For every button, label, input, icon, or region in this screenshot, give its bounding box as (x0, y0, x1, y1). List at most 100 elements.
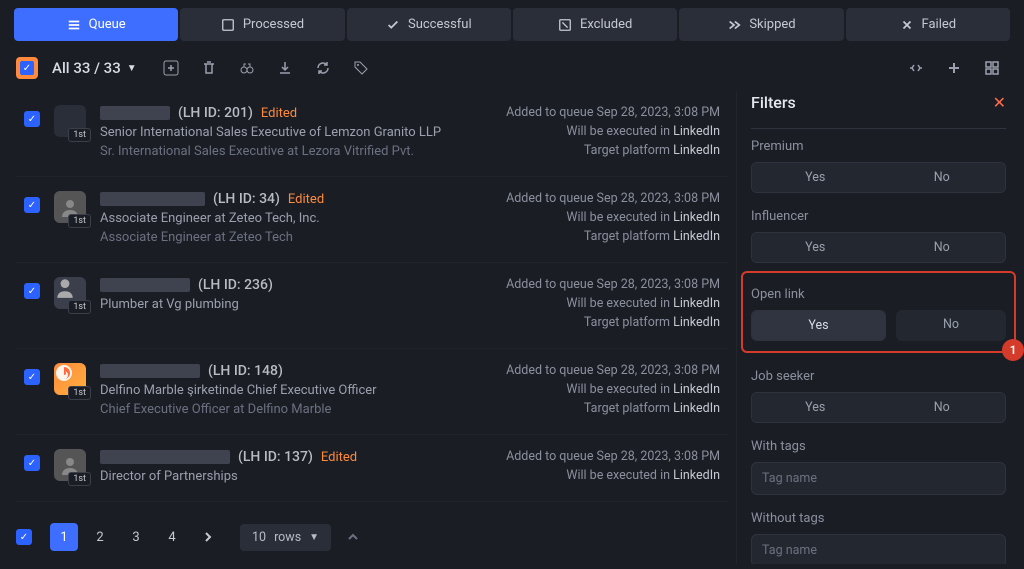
row-meta: Added to queue Sep 28, 2023, 3:08 PM Wil… (506, 277, 720, 334)
avatar: 1st (54, 105, 86, 137)
grid-icon[interactable] (984, 60, 1000, 76)
row-meta: Added to queue Sep 28, 2023, 3:08 PM Wil… (506, 191, 720, 248)
lh-id: (LH ID: 137) (238, 449, 313, 465)
page-1[interactable]: 1 (50, 523, 78, 551)
page-3[interactable]: 3 (122, 523, 150, 551)
connection-degree-badge: 1st (68, 472, 91, 486)
excluded-icon (558, 18, 572, 32)
row-meta: Added to queue Sep 28, 2023, 3:08 PM Wil… (506, 449, 720, 487)
delete-icon[interactable] (201, 60, 217, 76)
openlink-no[interactable]: No (896, 310, 1006, 341)
queue-list: ✓ 1st (LH ID: 201) Edited Senior Interna… (0, 91, 736, 564)
close-icon[interactable]: ✕ (993, 93, 1006, 112)
tab-label: Successful (408, 17, 472, 32)
tab-excluded[interactable]: Excluded (513, 8, 677, 41)
avatar: 1st (54, 363, 86, 395)
tab-label: Processed (243, 17, 304, 32)
premium-no[interactable]: No (879, 163, 1006, 192)
download-icon[interactable] (277, 60, 293, 76)
failed-icon (900, 18, 914, 32)
edited-badge: Edited (321, 450, 357, 465)
row-checkbox[interactable]: ✓ (24, 455, 40, 471)
name-redacted (100, 106, 170, 120)
tab-queue[interactable]: Queue (14, 8, 178, 41)
collapse-icon[interactable] (908, 60, 924, 76)
filters-panel: Filters ✕ Premium Yes No Influencer Yes … (736, 91, 1024, 564)
connection-degree-badge: 1st (68, 386, 91, 400)
filter-premium: Premium Yes No (751, 139, 1006, 193)
plus-icon[interactable] (946, 60, 962, 76)
filter-withouttags: Without tags Tag name (751, 511, 1006, 564)
add-icon[interactable] (163, 60, 179, 76)
withtags-input[interactable]: Tag name (751, 462, 1006, 495)
lh-id: (LH ID: 201) (178, 105, 253, 121)
influencer-yes[interactable]: Yes (752, 233, 879, 262)
jobseeker-yes[interactable]: Yes (752, 393, 879, 422)
tab-skipped[interactable]: Skipped (679, 8, 843, 41)
premium-yes[interactable]: Yes (752, 163, 879, 192)
name-redacted (100, 278, 190, 292)
name-redacted (100, 192, 205, 206)
filter-jobseeker: Job seeker Yes No (751, 369, 1006, 423)
highlight-badge: 1 (1002, 339, 1024, 361)
selection-count[interactable]: All 33 / 33 ▼ (52, 59, 137, 77)
page-next[interactable] (194, 523, 222, 551)
row-checkbox[interactable]: ✓ (24, 111, 40, 127)
tag-icon[interactable] (353, 60, 369, 76)
filter-withtags: With tags Tag name (751, 439, 1006, 495)
filter-influencer: Influencer Yes No (751, 209, 1006, 263)
row-subtitle: Director of Partnerships (100, 469, 492, 484)
row-meta: Added to queue Sep 28, 2023, 3:08 PM Wil… (506, 105, 720, 162)
connection-degree-badge: 1st (68, 300, 91, 314)
filter-openlink-highlighted: Open link Yes No 1 (741, 271, 1016, 353)
tab-successful[interactable]: Successful (347, 8, 511, 41)
tab-processed[interactable]: Processed (180, 8, 344, 41)
binoculars-icon[interactable] (239, 60, 255, 76)
influencer-no[interactable]: No (879, 233, 1006, 262)
row-checkbox[interactable]: ✓ (24, 197, 40, 213)
name-redacted (100, 450, 230, 464)
filters-title: Filters (751, 93, 796, 112)
tab-failed[interactable]: Failed (846, 8, 1010, 41)
page-4[interactable]: 4 (158, 523, 186, 551)
row-subtitle2: Associate Engineer at Zeteo Tech (100, 230, 492, 245)
row-subtitle: Associate Engineer at Zeteo Tech, Inc. (100, 211, 492, 226)
queue-row[interactable]: ✓ 1st (LH ID: 201) Edited Senior Interna… (16, 91, 728, 177)
select-all-checkbox[interactable]: ✓ (16, 57, 38, 79)
queue-icon (67, 18, 81, 32)
row-checkbox[interactable]: ✓ (24, 369, 40, 385)
connection-degree-badge: 1st (68, 128, 91, 142)
queue-row[interactable]: ✓ 1st (LH ID: 148) Delfino Marble şirket… (16, 349, 728, 435)
queue-row[interactable]: ✓ 1st (LH ID: 34) Edited Associate Engin… (16, 177, 728, 263)
page-2[interactable]: 2 (86, 523, 114, 551)
check-icon (386, 18, 400, 32)
refresh-icon[interactable] (315, 60, 331, 76)
pagination: ✓ 1 2 3 4 10 rows ▼ (16, 517, 367, 557)
row-checkbox[interactable]: ✓ (24, 283, 40, 299)
lh-id: (LH ID: 148) (208, 363, 283, 379)
avatar: 1st (54, 277, 86, 309)
name-redacted (100, 364, 200, 378)
queue-row[interactable]: ✓ 1st (LH ID: 236) Plumber at Vg plumbin… (16, 263, 728, 349)
lh-id: (LH ID: 34) (213, 191, 280, 207)
openlink-yes[interactable]: Yes (752, 311, 885, 340)
row-meta: Added to queue Sep 28, 2023, 3:08 PM Wil… (506, 363, 720, 420)
chevron-down-icon: ▼ (127, 63, 137, 74)
rows-per-page[interactable]: 10 rows ▼ (240, 524, 331, 551)
page-row-checkbox[interactable]: ✓ (16, 529, 32, 545)
row-subtitle2: Chief Executive Officer at Delfino Marbl… (100, 402, 492, 417)
queue-row[interactable]: ✓ 1st (LH ID: 137) Edited Director of Pa… (16, 435, 728, 502)
connection-degree-badge: 1st (68, 214, 91, 228)
status-tabs: Queue Processed Successful Excluded Skip… (0, 0, 1024, 41)
edited-badge: Edited (261, 106, 297, 121)
edited-badge: Edited (288, 192, 324, 207)
tab-label: Skipped (749, 17, 795, 32)
scroll-top[interactable] (339, 523, 367, 551)
jobseeker-no[interactable]: No (879, 393, 1006, 422)
withouttags-input[interactable]: Tag name (751, 534, 1006, 564)
avatar: 1st (54, 191, 86, 223)
chevron-down-icon: ▼ (309, 532, 319, 543)
divider (751, 128, 1006, 129)
toolbar: ✓ All 33 / 33 ▼ (0, 41, 1024, 91)
row-subtitle: Delfino Marble şirketinde Chief Executiv… (100, 383, 492, 398)
